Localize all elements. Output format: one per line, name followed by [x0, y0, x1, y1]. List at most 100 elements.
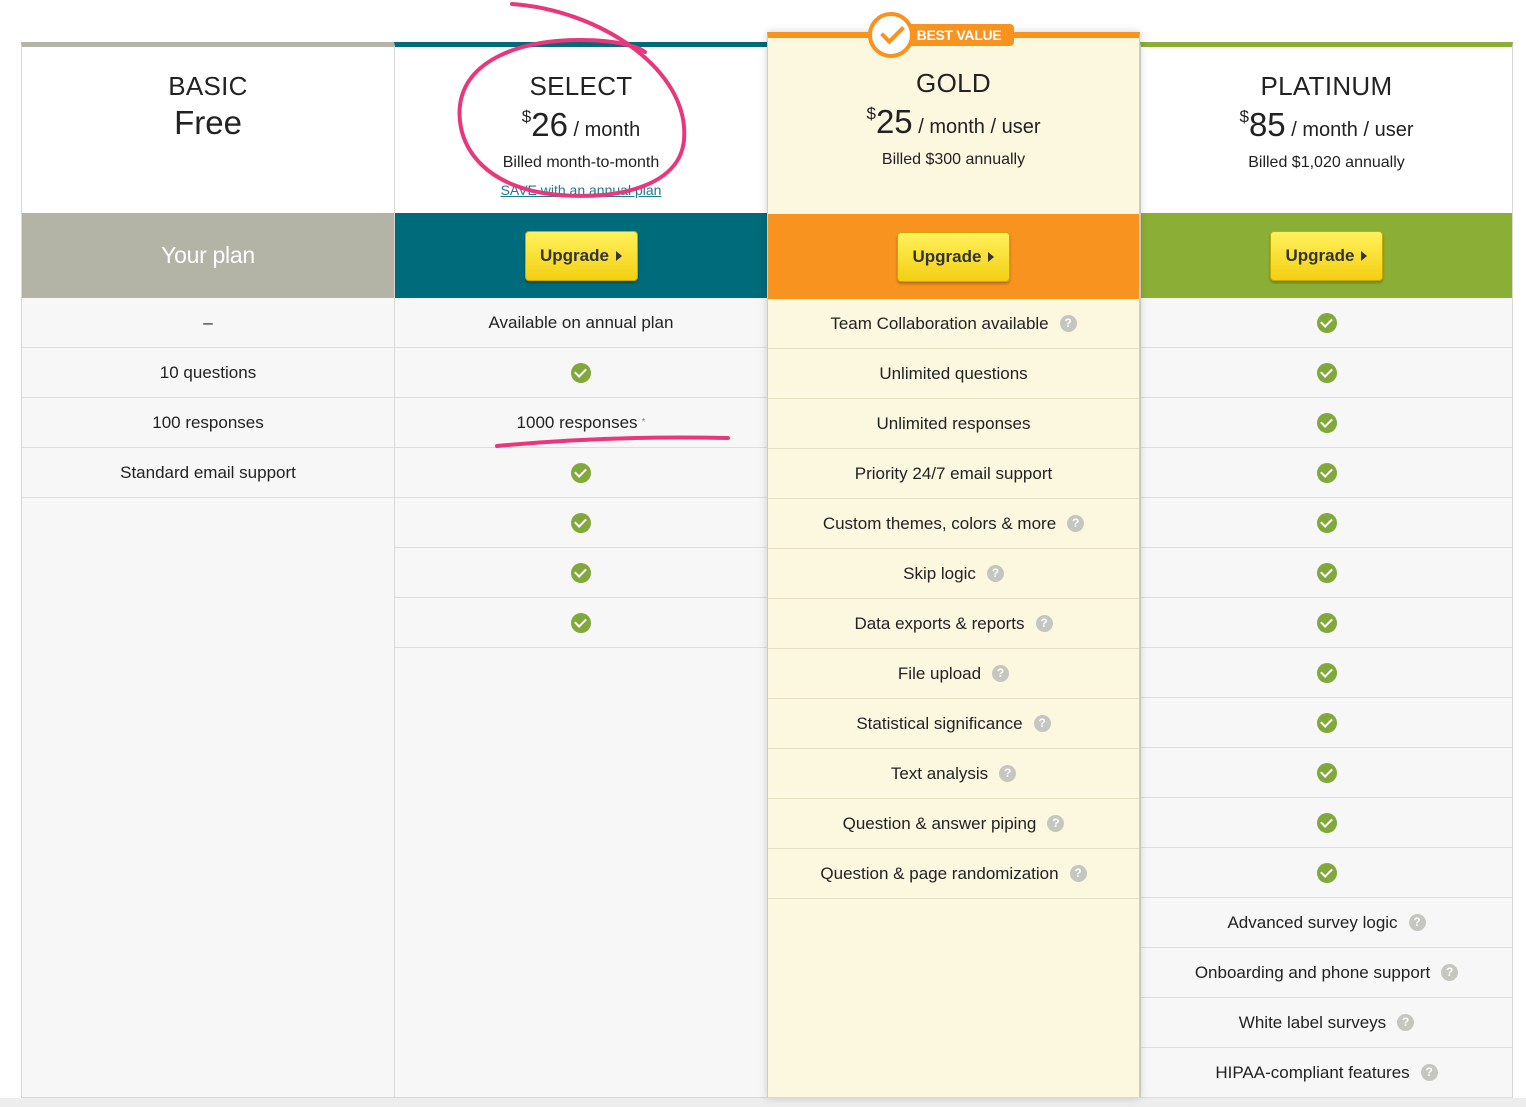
feature-row: Team Collaboration available?: [768, 299, 1139, 349]
upgrade-label: Upgrade: [912, 246, 982, 266]
current-plan-label: Your plan: [161, 242, 255, 268]
upgrade-button-select[interactable]: Upgrade: [524, 230, 638, 281]
check-icon: [1316, 862, 1337, 883]
feature-row: [395, 598, 767, 648]
feature-text: Available on annual plan: [488, 312, 674, 332]
feature-text: Unlimited responses: [876, 413, 1031, 433]
feature-row: [1141, 698, 1512, 748]
feature-row: [395, 348, 767, 398]
currency-symbol: $: [1239, 107, 1249, 126]
plan-action-bar: Your plan: [22, 213, 394, 298]
feature-text: Text analysis: [890, 763, 989, 783]
feature-row: –: [22, 298, 394, 348]
feature-row: [1141, 648, 1512, 698]
help-icon[interactable]: ?: [1441, 964, 1459, 981]
feature-row: [1141, 298, 1512, 348]
footnote-marker: *: [641, 417, 646, 428]
plan-name: PLATINUM: [1260, 71, 1393, 101]
help-icon[interactable]: ?: [1035, 615, 1053, 632]
plan-column-select: SELECT $26 / month Billed month-to-month…: [394, 42, 767, 1098]
billing-note: Billed month-to-month: [502, 154, 660, 171]
upgrade-button-gold[interactable]: Upgrade: [897, 231, 1010, 282]
check-icon: [1316, 312, 1337, 333]
check-icon: [1316, 562, 1337, 583]
price-amount: 25: [875, 103, 913, 140]
billing-note: Billed $1,020 annually: [1248, 154, 1405, 171]
plan-header-gold: GOLD $25 / month / user Billed $300 annu…: [768, 38, 1139, 214]
feature-text: Statistical significance: [856, 713, 1023, 733]
help-icon[interactable]: ?: [1408, 914, 1426, 931]
plan-price: $26 / month: [395, 106, 767, 144]
check-icon: [571, 562, 591, 583]
help-icon[interactable]: ?: [1069, 865, 1087, 882]
caret-right-icon: [1361, 250, 1368, 261]
feature-row: Skip logic?: [768, 549, 1139, 599]
plan-name: SELECT: [529, 71, 633, 101]
plan-price: $85 / month / user: [1141, 106, 1512, 144]
currency-symbol: $: [866, 104, 876, 123]
feature-text: Team Collaboration available: [830, 313, 1049, 333]
help-icon[interactable]: ?: [1397, 1014, 1415, 1031]
plan-action-bar: Upgrade: [1141, 213, 1512, 298]
upgrade-label: Upgrade: [540, 245, 609, 265]
plan-price: Free: [174, 104, 242, 141]
feature-row: File upload?: [768, 649, 1139, 699]
feature-row: [395, 498, 767, 548]
check-icon: [1316, 662, 1337, 683]
plan-column-platinum: PLATINUM $85 / month / user Billed $1,02…: [1140, 42, 1513, 1098]
check-icon: [1316, 712, 1337, 733]
help-icon[interactable]: ?: [986, 565, 1004, 582]
feature-row: [1141, 598, 1512, 648]
feature-row: 100 responses: [22, 398, 394, 448]
check-icon: [571, 362, 591, 383]
feature-text: Question & answer piping: [842, 813, 1037, 833]
plan-action-bar: Upgrade: [768, 214, 1139, 299]
feature-row: Unlimited questions: [768, 349, 1139, 399]
save-annual-link[interactable]: SAVE with an annual plan: [501, 182, 662, 198]
feature-row: Custom themes, colors & more?: [768, 499, 1139, 549]
feature-row: [1141, 348, 1512, 398]
feature-row: [1141, 498, 1512, 548]
check-icon: [1316, 412, 1337, 433]
upgrade-button-platinum[interactable]: Upgrade: [1270, 230, 1383, 281]
feature-row: [1141, 798, 1512, 848]
plan-column-basic: BASIC Free Your plan – 10 questions 100 …: [21, 42, 394, 1098]
price-amount: 26: [531, 106, 568, 143]
help-icon[interactable]: ?: [1059, 315, 1077, 332]
feature-row: HIPAA-compliant features?: [1141, 1048, 1512, 1098]
feature-row: [1141, 398, 1512, 448]
caret-right-icon: [615, 250, 622, 261]
check-icon: [1316, 462, 1337, 483]
feature-text: HIPAA-compliant features: [1215, 1062, 1410, 1082]
feature-row: Question & answer piping?: [768, 799, 1139, 849]
feature-text: Advanced survey logic: [1227, 912, 1398, 932]
feature-row: Text analysis?: [768, 749, 1139, 799]
feature-list: Advanced survey logic? Onboarding and ph…: [1141, 298, 1512, 1098]
price-period: / month / user: [912, 116, 1041, 138]
feature-text: Question & page randomization: [820, 863, 1059, 883]
help-icon[interactable]: ?: [1067, 515, 1085, 532]
help-icon[interactable]: ?: [1420, 1064, 1438, 1081]
check-icon: [1316, 512, 1337, 533]
check-icon: [571, 612, 591, 633]
help-icon[interactable]: ?: [1047, 815, 1065, 832]
pricing-table: BASIC Free Your plan – 10 questions 100 …: [21, 32, 1513, 1098]
feature-row: Data exports & reports?: [768, 599, 1139, 649]
feature-row: [1141, 448, 1512, 498]
help-icon[interactable]: ?: [1033, 715, 1051, 732]
upgrade-label: Upgrade: [1285, 245, 1355, 265]
plan-name: GOLD: [916, 68, 991, 98]
check-icon: [1316, 612, 1337, 633]
help-icon[interactable]: ?: [992, 665, 1010, 682]
feature-row: [1141, 848, 1512, 898]
feature-row: Statistical significance?: [768, 699, 1139, 749]
billing-note: Billed $300 annually: [881, 151, 1026, 168]
feature-text: File upload: [897, 663, 982, 683]
currency-symbol: $: [521, 107, 532, 126]
plan-header-select: SELECT $26 / month Billed month-to-month…: [395, 47, 767, 213]
feature-text: Custom themes, colors & more: [822, 513, 1057, 533]
feature-row: Advanced survey logic?: [1141, 898, 1512, 948]
feature-row: [1141, 548, 1512, 598]
feature-row: Standard email support: [22, 448, 394, 498]
help-icon[interactable]: ?: [999, 765, 1017, 782]
